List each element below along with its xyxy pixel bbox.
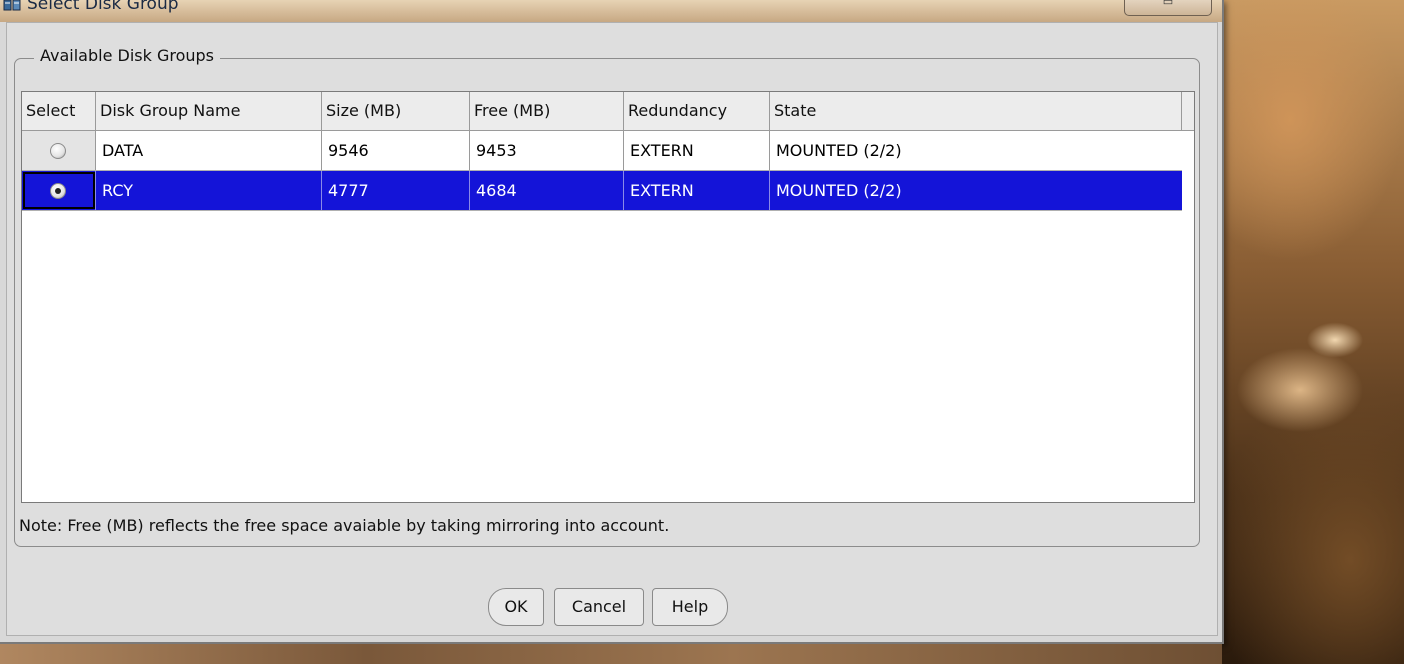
panel-legend: Available Disk Groups (34, 46, 221, 65)
cancel-button[interactable]: Cancel (554, 588, 644, 626)
window-title: Select Disk Group (27, 0, 179, 14)
size-cell: 9546 (322, 131, 470, 170)
table-row-selected[interactable]: RCY 4777 4684 EXTERN MOUNTED (2/2) (22, 171, 1182, 211)
window-control-button[interactable]: ▭ (1124, 0, 1212, 16)
column-header-redundancy[interactable]: Redundancy (624, 92, 770, 130)
title-bar[interactable]: Select Disk Group ▭ (0, 0, 1222, 22)
disk-group-name-cell: DATA (96, 131, 322, 170)
column-header-free[interactable]: Free (MB) (470, 92, 624, 130)
column-header-select[interactable]: Select (22, 92, 96, 130)
ok-button[interactable]: OK (488, 588, 544, 626)
radio-button-checked[interactable] (50, 183, 66, 199)
free-cell: 9453 (470, 131, 624, 170)
radio-button[interactable] (50, 143, 66, 159)
table-header: Select Disk Group Name Size (MB) Free (M… (22, 92, 1194, 131)
redundancy-cell: EXTERN (624, 171, 770, 210)
select-cell[interactable] (22, 171, 96, 210)
state-cell: MOUNTED (2/2) (776, 181, 902, 200)
state-cell: MOUNTED (2/2) (776, 141, 902, 160)
minimize-icon: ▭ (1162, 0, 1174, 8)
disk-group-table: Select Disk Group Name Size (MB) Free (M… (21, 91, 1195, 503)
column-header-name[interactable]: Disk Group Name (96, 92, 322, 130)
select-cell[interactable] (22, 131, 96, 170)
disk-group-name-cell: RCY (96, 171, 322, 210)
disk-group-icon (3, 0, 23, 14)
free-space-note: Note: Free (MB) reflects the free space … (19, 516, 670, 535)
help-button[interactable]: Help (652, 588, 728, 626)
desktop-strip (0, 644, 1222, 664)
free-cell: 4684 (470, 171, 624, 210)
column-header-state[interactable]: State (770, 92, 1182, 130)
redundancy-cell: EXTERN (624, 131, 770, 170)
size-cell: 4777 (322, 171, 470, 210)
table-row[interactable]: DATA 9546 9453 EXTERN MOUNTED (2/2) (22, 131, 1182, 171)
column-header-size[interactable]: Size (MB) (322, 92, 470, 130)
